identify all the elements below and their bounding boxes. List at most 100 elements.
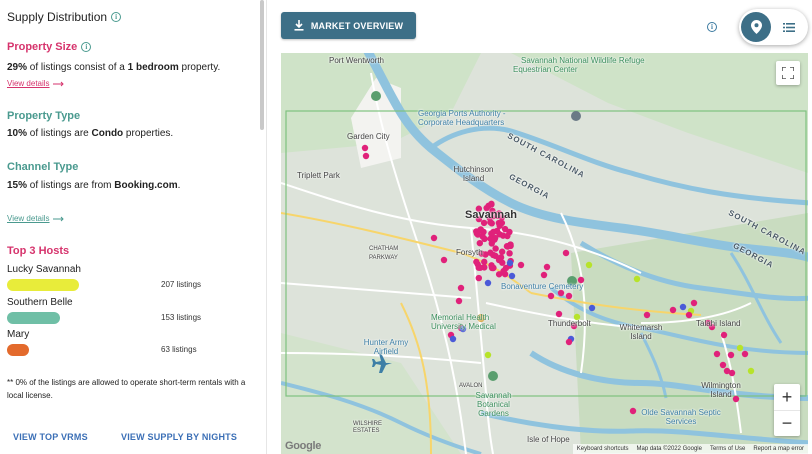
map-label: Bonaventure Cemetery	[501, 282, 584, 291]
listing-marker[interactable]	[491, 236, 498, 243]
listing-marker[interactable]	[713, 350, 721, 358]
listing-marker[interactable]	[475, 274, 482, 282]
channel-type-text: 15% of listings are from Booking.com.	[7, 180, 181, 191]
divider	[266, 0, 267, 454]
market-overview-button[interactable]: MARKET OVERVIEW	[281, 12, 416, 39]
view-supply-by-nights-button[interactable]: VIEW SUPPLY BY NIGHTS	[121, 432, 237, 442]
map-view-button[interactable]	[741, 12, 771, 42]
listing-marker[interactable]	[488, 220, 495, 227]
listing-marker[interactable]	[496, 222, 503, 229]
listing-marker[interactable]	[506, 250, 513, 257]
listing-marker[interactable]	[747, 367, 755, 375]
listing-marker[interactable]	[728, 369, 736, 377]
listing-marker[interactable]	[588, 304, 596, 312]
listing-marker[interactable]	[690, 299, 698, 307]
google-logo: Google	[285, 440, 322, 452]
channel-type-view-details-link[interactable]: View details	[7, 214, 65, 223]
info-icon[interactable]: i	[707, 22, 717, 32]
listing-marker[interactable]	[361, 144, 369, 152]
listing-marker[interactable]	[473, 258, 480, 266]
panel-scrollbar[interactable]	[260, 0, 264, 130]
listing-marker[interactable]	[430, 234, 438, 242]
map-label: WILSHIRE ESTATES	[353, 421, 383, 434]
listing-marker[interactable]	[484, 279, 492, 287]
listing-marker[interactable]	[719, 361, 727, 369]
listing-marker[interactable]	[540, 271, 548, 279]
fullscreen-button[interactable]	[776, 61, 800, 85]
listing-marker[interactable]	[517, 261, 525, 269]
property-size-text: 29% of listings consist of a 1 bedroom p…	[7, 62, 221, 73]
location-pin-icon	[750, 20, 762, 34]
listing-marker[interactable]	[547, 292, 555, 300]
map-label: Olde Savannah Septic Services	[641, 408, 721, 426]
listing-marker[interactable]	[685, 311, 693, 319]
map-label: Talahi Island	[696, 319, 741, 328]
terms-link[interactable]: Terms of Use	[710, 446, 745, 452]
map-data-text: Map data ©2022 Google	[636, 446, 702, 452]
listing-marker[interactable]	[669, 306, 677, 314]
keyboard-shortcuts-link[interactable]: Keyboard shortcuts	[577, 446, 629, 452]
view-toggle	[739, 9, 808, 45]
map-label: Whitemarsh Island	[619, 323, 663, 341]
host-name: Southern Belle	[7, 297, 73, 308]
listing-marker[interactable]	[508, 272, 516, 280]
supply-panel: Supply Distribution i Property Size i 29…	[0, 0, 258, 454]
listing-marker[interactable]	[727, 351, 735, 359]
host-bar	[7, 312, 61, 324]
host-bar	[7, 344, 29, 356]
listing-marker[interactable]	[362, 152, 370, 160]
zoom-out-button[interactable]: −	[774, 410, 800, 436]
host-name: Lucky Savannah	[7, 264, 81, 275]
listing-marker[interactable]	[488, 200, 495, 208]
listing-marker[interactable]	[440, 256, 448, 264]
listing-marker[interactable]	[562, 249, 570, 257]
report-error-link[interactable]: Report a map error	[753, 446, 804, 452]
map-attribution: Keyboard shortcuts Map data ©2022 Google…	[572, 444, 808, 454]
info-icon[interactable]: i	[81, 42, 92, 52]
property-size-view-details-link[interactable]: View details	[7, 79, 65, 88]
map-label: Memorial Health University Medical	[431, 313, 496, 331]
listing-marker[interactable]	[484, 351, 492, 359]
listing-marker[interactable]	[720, 331, 728, 339]
listing-marker[interactable]	[495, 256, 503, 264]
zoom-control: + −	[774, 384, 800, 436]
listing-marker[interactable]	[736, 344, 744, 352]
listing-marker[interactable]	[741, 350, 749, 358]
listing-marker[interactable]	[457, 284, 465, 292]
listing-marker[interactable]	[565, 292, 573, 300]
info-icon[interactable]: i	[111, 12, 122, 22]
property-type-text: 10% of listings are Condo properties.	[7, 128, 174, 139]
listing-marker[interactable]	[476, 239, 484, 247]
view-top-vrms-button[interactable]: VIEW TOP VRMS	[13, 432, 88, 442]
listing-marker[interactable]	[643, 311, 651, 319]
listing-marker[interactable]	[502, 264, 510, 272]
map-label: Isle of Hope	[527, 435, 570, 444]
property-size-heading: Property Size i	[7, 41, 92, 53]
listing-marker[interactable]	[455, 297, 463, 305]
listing-marker[interactable]	[489, 264, 497, 272]
listing-marker[interactable]	[543, 263, 551, 271]
host-bar	[7, 279, 79, 291]
listing-marker[interactable]	[501, 225, 509, 233]
listing-marker[interactable]	[585, 261, 593, 269]
listing-marker[interactable]	[504, 232, 511, 240]
listing-marker[interactable]	[481, 258, 488, 266]
listing-marker[interactable]	[477, 264, 484, 271]
zoom-in-button[interactable]: +	[774, 384, 800, 410]
listing-marker[interactable]	[507, 242, 514, 250]
listing-marker[interactable]	[449, 335, 457, 343]
listing-marker[interactable]	[555, 310, 563, 318]
listing-marker[interactable]	[506, 259, 514, 267]
listing-marker[interactable]	[633, 275, 641, 283]
list-icon	[783, 22, 795, 32]
listing-marker[interactable]	[474, 231, 482, 238]
listing-marker[interactable]	[492, 245, 499, 252]
listing-marker[interactable]	[565, 338, 573, 346]
listing-marker[interactable]	[498, 248, 506, 255]
map-label: Savannah National Wildlife Refuge	[521, 56, 645, 65]
listing-marker[interactable]	[629, 407, 637, 415]
arrow-right-icon	[52, 216, 64, 221]
listing-marker[interactable]	[679, 303, 687, 311]
listings-map[interactable]: Port Wentworth Savannah National Wildlif…	[281, 53, 808, 454]
list-view-button[interactable]	[779, 17, 799, 37]
